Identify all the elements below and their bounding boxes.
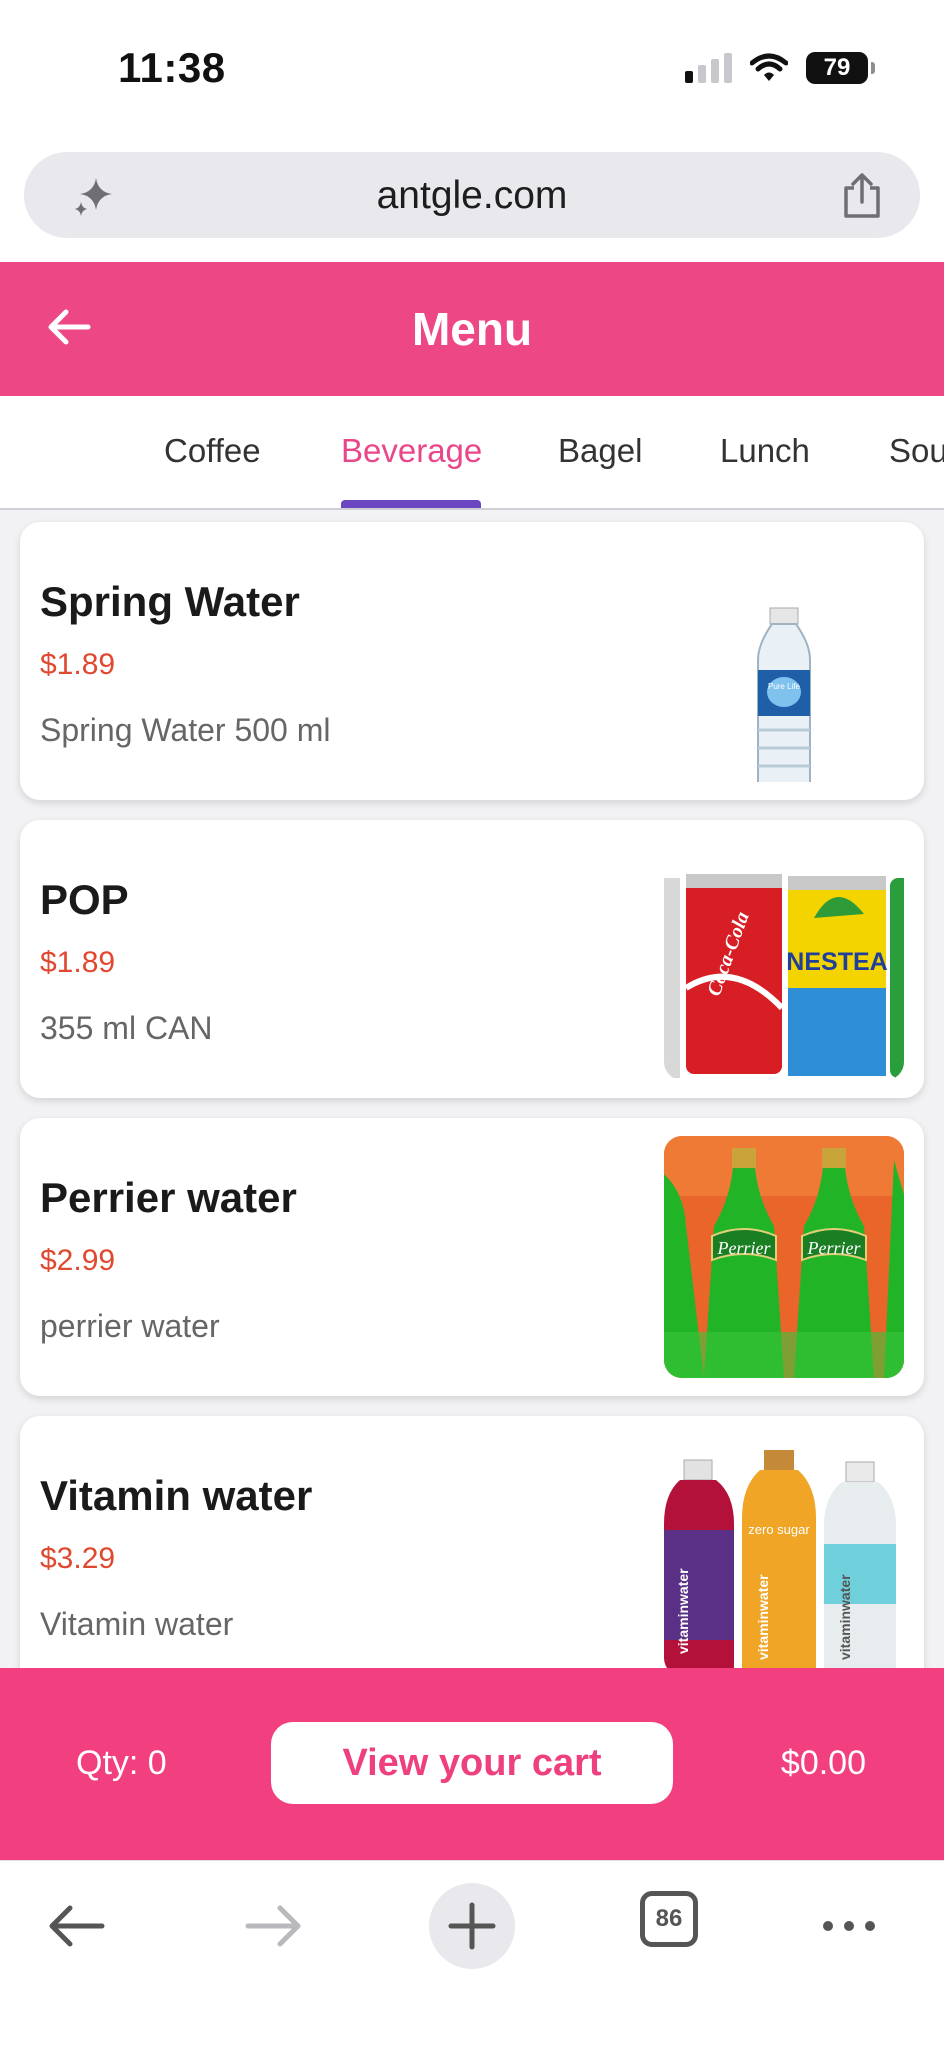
url-text[interactable]: antgle.com [24, 174, 920, 218]
browser-address-area: antgle.com [0, 140, 944, 262]
browser-back-icon[interactable] [42, 1891, 112, 1961]
cart-total: $0.00 [780, 1744, 866, 1782]
tab-soup[interactable]: Sou [889, 432, 944, 470]
address-bar[interactable]: antgle.com [24, 152, 920, 238]
app: 11:38 79 antgle.com Menu Coffee Beverage… [0, 0, 944, 2048]
item-description: Spring Water 500 ml [40, 712, 331, 748]
zero-sugar-label: zero sugar [748, 1522, 810, 1537]
item-price: $3.29 [40, 1542, 116, 1575]
nestea-label: NESTEA [786, 948, 887, 976]
cellular-signal-icon [685, 53, 732, 83]
perrier-bottles-image: Perrier Perrier [664, 1136, 904, 1378]
tab-bagel[interactable]: Bagel [558, 432, 642, 470]
item-name: Vitamin water [40, 1472, 313, 1519]
item-name: Perrier water [40, 1174, 297, 1221]
browser-forward-icon[interactable] [238, 1891, 308, 1961]
plus-icon [448, 1902, 496, 1950]
active-tab-indicator [341, 500, 481, 508]
battery-icon: 79 [806, 52, 875, 84]
share-icon[interactable] [840, 172, 884, 220]
vitamin-water-label: vitaminwater [675, 1568, 691, 1654]
item-description: 355 ml CAN [40, 1010, 213, 1046]
item-price: $2.99 [40, 1244, 116, 1277]
menu-list: Spring Water $1.89 Spring Water 500 ml P… [0, 512, 944, 1668]
app-header: Menu [0, 262, 944, 396]
view-cart-button[interactable]: View your cart [271, 1722, 673, 1804]
category-tabs: Coffee Beverage Bagel Lunch Sou [0, 396, 944, 510]
new-tab-button[interactable] [429, 1883, 515, 1969]
wifi-icon [750, 53, 788, 81]
menu-item-card[interactable]: Spring Water $1.89 Spring Water 500 ml P… [20, 522, 924, 800]
browser-toolbar: 86 [0, 1860, 944, 2048]
item-price: $1.89 [40, 648, 116, 681]
vitamin-water-label: vitaminwater [837, 1574, 853, 1660]
pure-life-label: Pure Life [768, 682, 801, 691]
cart-quantity: Qty: 0 [76, 1744, 167, 1782]
status-bar: 11:38 79 [0, 0, 944, 140]
item-price: $1.89 [40, 946, 116, 979]
page-title: Menu [411, 303, 533, 355]
status-time: 11:38 [118, 44, 226, 91]
tab-coffee[interactable]: Coffee [164, 432, 261, 470]
vitamin-water-label: vitaminwater [755, 1574, 771, 1660]
item-name: Spring Water [40, 578, 300, 625]
item-description: perrier water [40, 1308, 220, 1344]
perrier-label: Perrier [717, 1238, 772, 1258]
tabs-count-button[interactable]: 86 [640, 1891, 698, 1947]
cart-bar: Qty: 0 View your cart $0.00 [0, 1668, 944, 1860]
soda-cans-image: Coca-Cola NESTEA [664, 838, 904, 1080]
water-bottle-image: Pure Life [664, 540, 904, 782]
tab-beverage[interactable]: Beverage [341, 432, 482, 470]
menu-item-card[interactable]: Vitamin water $3.29 Vitamin water zero s… [20, 1416, 924, 1668]
item-description: Vitamin water [40, 1606, 234, 1642]
tab-lunch[interactable]: Lunch [720, 432, 810, 470]
menu-item-card[interactable]: POP $1.89 355 ml CAN Coca-Cola NESTEA [20, 820, 924, 1098]
vitamin-water-bottles-image: zero sugar vitaminwater vitaminwater vit… [664, 1434, 904, 1668]
more-options-icon[interactable] [814, 1891, 884, 1961]
perrier-label: Perrier [807, 1238, 862, 1258]
item-name: POP [40, 876, 129, 923]
status-icons: 79 [685, 52, 875, 84]
menu-item-card[interactable]: Perrier water $2.99 perrier water Perrie… [20, 1118, 924, 1396]
